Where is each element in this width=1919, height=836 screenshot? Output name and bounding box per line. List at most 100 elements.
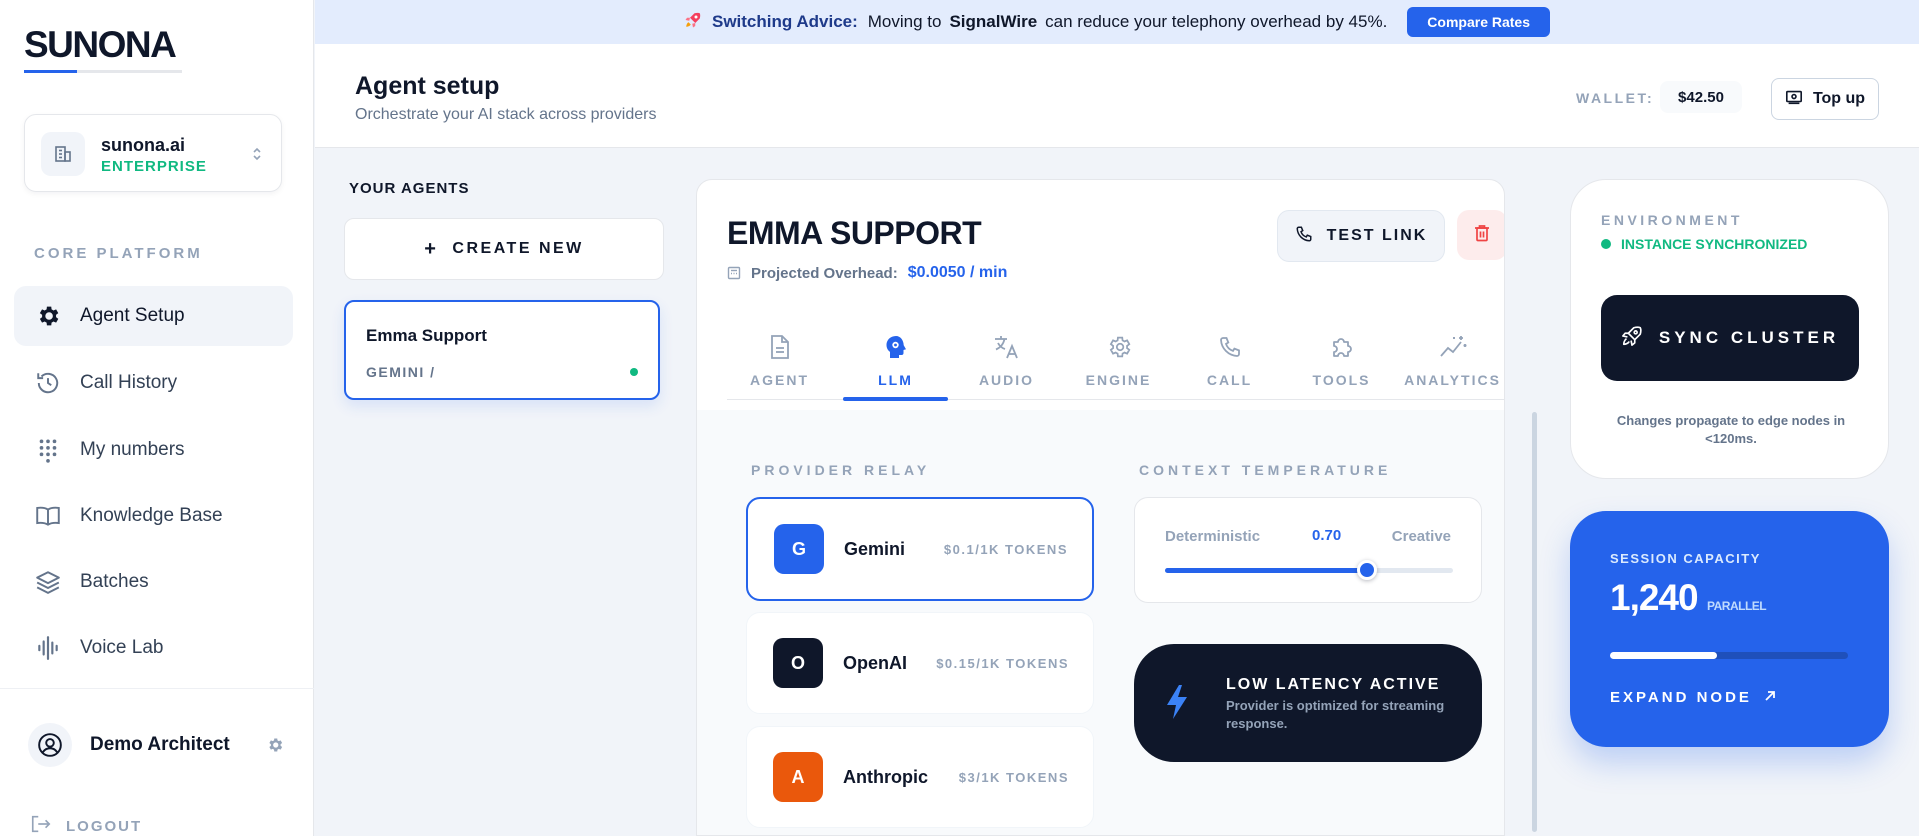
tab-llm[interactable]: LLM bbox=[843, 320, 948, 401]
tab-agent[interactable]: AGENT bbox=[727, 320, 832, 400]
projected-overhead: Projected Overhead: $0.0050 / min bbox=[727, 264, 1007, 282]
temperature-slider-thumb[interactable] bbox=[1356, 560, 1377, 580]
config-tabs: AGENT LLM AUDIO ENGINE CALL TOOLS ANALYT… bbox=[727, 320, 1504, 401]
user-name: Demo Architect bbox=[90, 734, 230, 755]
page-title: Agent setup bbox=[355, 72, 500, 100]
create-agent-button[interactable]: + CREATE NEW bbox=[344, 218, 664, 280]
section-label-core-platform: CORE PLATFORM bbox=[34, 245, 203, 262]
provider-option-openai[interactable]: O OpenAI $0.15/1K TOKENS bbox=[746, 612, 1094, 714]
environment-card: ENVIRONMENT INSTANCE SYNCHRONIZED SYNC C… bbox=[1570, 179, 1889, 479]
banner-text-after: can reduce your telephony overhead by 45… bbox=[1045, 12, 1388, 31]
tab-label: AUDIO bbox=[978, 372, 1035, 388]
sidebar-item-knowledge-base[interactable]: Knowledge Base bbox=[14, 486, 293, 546]
overhead-value: $0.0050 / min bbox=[907, 264, 1008, 281]
test-link-button[interactable]: TEST LINK bbox=[1277, 210, 1445, 262]
delete-agent-button[interactable] bbox=[1457, 210, 1504, 260]
calculator-icon bbox=[727, 266, 741, 280]
tab-label: ENGINE bbox=[1085, 372, 1152, 388]
tab-tools[interactable]: TOOLS bbox=[1289, 320, 1394, 400]
sidebar-item-label: Batches bbox=[80, 571, 149, 592]
agent-model: GEMINI / bbox=[366, 364, 436, 380]
temperature-slider[interactable] bbox=[1165, 560, 1453, 580]
sparkline-icon bbox=[1439, 332, 1467, 362]
capacity-label: SESSION CAPACITY bbox=[1610, 551, 1761, 566]
top-up-label: Top up bbox=[1812, 90, 1866, 107]
agent-name: Emma Support bbox=[366, 326, 487, 345]
tab-analytics[interactable]: ANALYTICS bbox=[1400, 320, 1504, 400]
org-name: sunona.ai bbox=[101, 135, 186, 155]
tab-label: CALL bbox=[1206, 372, 1253, 388]
tab-label: ANALYTICS bbox=[1404, 372, 1501, 388]
banner-text-before: Moving to bbox=[867, 12, 942, 31]
org-switcher[interactable]: sunona.ai ENTERPRISE bbox=[24, 114, 282, 192]
overhead-label: Projected Overhead: bbox=[751, 264, 898, 282]
sync-cluster-button[interactable]: SYNC CLUSTER bbox=[1601, 295, 1859, 381]
test-link-label: TEST LINK bbox=[1326, 227, 1428, 244]
gear-icon bbox=[1106, 332, 1132, 362]
history-icon bbox=[34, 369, 62, 397]
tab-call[interactable]: CALL bbox=[1177, 320, 1282, 400]
logo-underline bbox=[24, 70, 182, 73]
capacity-bar-fill bbox=[1610, 652, 1718, 659]
brand-logo[interactable]: SUNONA bbox=[24, 24, 177, 66]
page-header: Agent setup Orchestrate your AI stack ac… bbox=[315, 44, 1919, 148]
environment-note: Changes propagate to edge nodes in <120m… bbox=[1616, 413, 1846, 446]
provider-price: $0.15/1K TOKENS bbox=[936, 655, 1069, 671]
tab-engine[interactable]: ENGINE bbox=[1066, 320, 1171, 400]
logout-button[interactable]: LOGOUT bbox=[30, 814, 142, 836]
sidebar-item-agent-setup[interactable]: Agent Setup bbox=[14, 286, 293, 346]
waveform-icon bbox=[34, 634, 62, 662]
plus-icon: + bbox=[424, 237, 439, 260]
expand-node-label: EXPAND NODE bbox=[1610, 689, 1752, 706]
tab-label: TOOLS bbox=[1312, 372, 1371, 388]
banner-brand: SignalWire bbox=[949, 12, 1038, 31]
provider-option-gemini[interactable]: G Gemini $0.1/1K TOKENS bbox=[746, 497, 1094, 601]
agent-list-item[interactable]: Emma Support GEMINI / bbox=[344, 300, 660, 400]
expand-node-link[interactable]: EXPAND NODE bbox=[1610, 689, 1776, 706]
logout-icon bbox=[30, 814, 52, 836]
panel-scrollbar[interactable] bbox=[1532, 412, 1537, 832]
provider-option-anthropic[interactable]: A Anthropic $3/1K TOKENS bbox=[746, 726, 1094, 828]
sidebar-item-my-numbers[interactable]: My numbers bbox=[14, 420, 293, 480]
trash-icon bbox=[1474, 224, 1490, 247]
compare-rates-button[interactable]: Compare Rates bbox=[1407, 7, 1550, 37]
provider-badge: A bbox=[773, 752, 823, 802]
sidebar-item-batches[interactable]: Batches bbox=[14, 552, 293, 612]
user-profile[interactable]: Demo Architect bbox=[28, 723, 284, 767]
page-subtitle: Orchestrate your AI stack across provide… bbox=[355, 106, 657, 123]
settings-gear-icon[interactable] bbox=[266, 736, 284, 759]
provider-name: Gemini bbox=[844, 538, 906, 559]
sidebar-item-call-history[interactable]: Call History bbox=[14, 353, 293, 413]
provider-price: $3/1K TOKENS bbox=[958, 769, 1069, 785]
document-icon bbox=[769, 332, 791, 362]
temperature-card: Deterministic 0.70 Creative bbox=[1134, 497, 1482, 603]
sidebar: SUNONA sunona.ai ENTERPRISE CORE PLATFOR… bbox=[0, 0, 314, 836]
top-up-button[interactable]: Top up bbox=[1771, 78, 1879, 120]
context-temperature-label: CONTEXT TEMPERATURE bbox=[1139, 462, 1392, 478]
agent-title: EMMA SUPPORT bbox=[727, 215, 982, 251]
provider-badge: G bbox=[774, 524, 824, 574]
tab-label: LLM bbox=[878, 372, 913, 388]
gear-icon bbox=[34, 302, 62, 330]
sidebar-divider bbox=[0, 688, 314, 689]
create-new-label: CREATE NEW bbox=[452, 240, 584, 257]
temperature-max-label: Creative bbox=[1391, 528, 1451, 545]
sidebar-item-label: My numbers bbox=[80, 439, 185, 460]
agents-section-label: YOUR AGENTS bbox=[349, 180, 470, 197]
rocket-icon bbox=[684, 11, 702, 34]
tab-audio[interactable]: AUDIO bbox=[954, 320, 1059, 400]
sidebar-item-voice-lab[interactable]: Voice Lab bbox=[14, 618, 293, 678]
status-dot bbox=[1601, 239, 1611, 249]
promo-banner: Switching Advice: Moving to SignalWire c… bbox=[315, 0, 1919, 44]
tab-label: AGENT bbox=[750, 372, 809, 388]
lightning-icon bbox=[1164, 684, 1190, 725]
avatar bbox=[28, 723, 72, 767]
arrow-up-right-icon bbox=[1764, 689, 1776, 706]
book-icon bbox=[34, 502, 62, 530]
environment-status: INSTANCE SYNCHRONIZED bbox=[1601, 236, 1807, 252]
provider-relay-label: PROVIDER RELAY bbox=[751, 462, 931, 478]
sync-cluster-label: SYNC CLUSTER bbox=[1658, 328, 1840, 347]
provider-name: OpenAI bbox=[843, 652, 908, 673]
rocket-icon bbox=[1621, 325, 1643, 352]
sidebar-item-label: Knowledge Base bbox=[80, 505, 223, 526]
